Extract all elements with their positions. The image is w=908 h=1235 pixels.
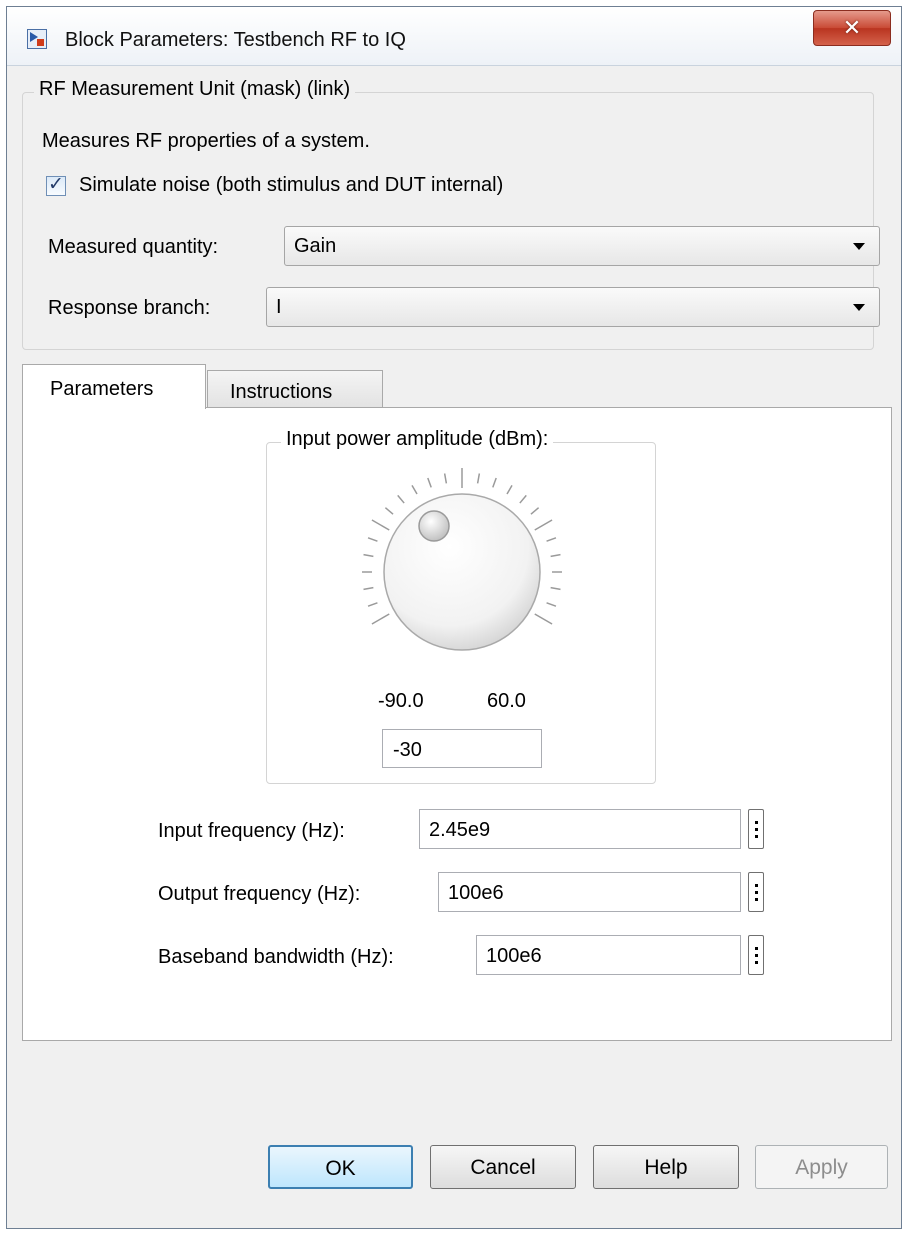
input-frequency-more-button[interactable]: [748, 809, 764, 849]
window-title: Block Parameters: Testbench RF to IQ: [65, 29, 406, 51]
tab-parameters-label: Parameters: [50, 378, 154, 400]
cancel-button[interactable]: Cancel: [430, 1145, 576, 1189]
knob-tick: [550, 553, 561, 558]
help-button-label: Help: [644, 1156, 688, 1179]
response-branch-value: I: [276, 296, 282, 318]
baseband-bandwidth-value: 100e6: [486, 945, 542, 967]
knob-tick: [363, 553, 374, 558]
knob-tick: [367, 602, 378, 607]
knob-tick: [427, 477, 432, 488]
simulate-noise-label[interactable]: Simulate noise (both stimulus and DUT in…: [79, 174, 503, 197]
knob-tick: [443, 473, 448, 484]
input-power-field[interactable]: -30: [382, 729, 542, 768]
baseband-bandwidth-field[interactable]: 100e6: [476, 935, 741, 975]
output-frequency-label: Output frequency (Hz):: [158, 883, 361, 905]
knob-tick: [492, 477, 497, 488]
knob-tick: [363, 586, 374, 591]
ok-button-label: OK: [325, 1157, 356, 1180]
knob-tick: [397, 494, 405, 504]
tab-parameters[interactable]: Parameters: [22, 364, 206, 409]
mask-group-title: RF Measurement Unit (mask) (link): [34, 78, 356, 101]
tab-instructions-label: Instructions: [230, 381, 333, 403]
tab-instructions[interactable]: Instructions: [207, 370, 383, 407]
measured-quantity-select[interactable]: Gain: [284, 226, 880, 266]
knob-title: Input power amplitude (dBm):: [281, 428, 554, 451]
knob-tick: [546, 602, 557, 607]
knob-tick: [550, 586, 561, 591]
chevron-down-icon: [853, 304, 865, 311]
knob-tick: [506, 485, 513, 495]
input-frequency-value: 2.45e9: [429, 819, 491, 841]
help-button[interactable]: Help: [593, 1145, 739, 1189]
chevron-down-icon: [853, 243, 865, 250]
baseband-bandwidth-label: Baseband bandwidth (Hz):: [158, 946, 394, 968]
mask-description: Measures RF properties of a system.: [42, 130, 370, 152]
knob-tick: [519, 494, 527, 504]
cancel-button-label: Cancel: [470, 1156, 536, 1179]
title-bar[interactable]: Block Parameters: Testbench RF to IQ ✕: [7, 7, 901, 66]
knob-indicator: [418, 510, 450, 542]
knob-tick: [530, 507, 540, 515]
close-icon: ✕: [842, 15, 862, 40]
knob-tick: [367, 537, 378, 542]
knob-tick: [371, 613, 390, 625]
close-button[interactable]: ✕: [813, 10, 891, 46]
input-power-value: -30: [393, 739, 422, 761]
measured-quantity-label: Measured quantity:: [48, 236, 219, 258]
input-frequency-label: Input frequency (Hz):: [158, 820, 345, 842]
simulink-block-icon: [27, 29, 47, 49]
apply-button: Apply: [755, 1145, 888, 1189]
knob-tick: [411, 485, 418, 495]
knob-tick: [534, 613, 553, 625]
ok-button[interactable]: OK: [268, 1145, 413, 1189]
measured-quantity-value: Gain: [294, 235, 337, 257]
output-frequency-more-button[interactable]: [748, 872, 764, 912]
input-frequency-field[interactable]: 2.45e9: [419, 809, 741, 849]
baseband-bandwidth-more-button[interactable]: [748, 935, 764, 975]
knob-dial[interactable]: [383, 493, 541, 651]
knob-min-label: -90.0: [378, 690, 424, 712]
knob-max-label: 60.0: [487, 690, 526, 712]
apply-button-label: Apply: [795, 1156, 848, 1179]
simulate-noise-checkbox[interactable]: ✓: [46, 174, 66, 196]
knob-tick: [476, 473, 481, 484]
input-power-knob[interactable]: [350, 460, 574, 680]
response-branch-label: Response branch:: [48, 297, 211, 319]
knob-tick: [546, 537, 557, 542]
knob-tick: [371, 519, 390, 531]
knob-tick: [384, 507, 394, 515]
output-frequency-field[interactable]: 100e6: [438, 872, 741, 912]
check-mark-icon: ✓: [48, 174, 64, 195]
response-branch-select[interactable]: I: [266, 287, 880, 327]
output-frequency-value: 100e6: [448, 882, 504, 904]
knob-tick: [534, 519, 553, 531]
